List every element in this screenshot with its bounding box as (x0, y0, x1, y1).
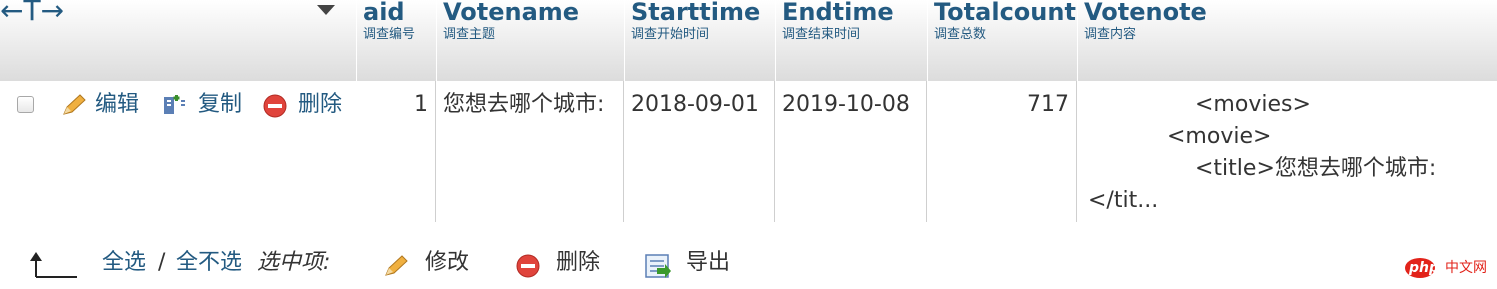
bulk-delete-button[interactable]: 删除 (556, 248, 600, 278)
column-comment: 调查开始时间 (631, 27, 710, 42)
column-name[interactable]: Endtime (782, 0, 921, 26)
table-header: ←T→ aid 调查编号 Votename 调查主题 Starttime 调查开… (0, 0, 1497, 82)
column-votename[interactable]: Votename 调查主题 (436, 0, 624, 81)
column-name[interactable]: aid (363, 0, 430, 26)
column-comment: 调查总数 (934, 27, 987, 42)
watermark: php 中文网 (1405, 258, 1487, 278)
column-aid[interactable]: aid 调查编号 (356, 0, 436, 81)
column-comment: 调查结束时间 (782, 27, 861, 42)
separator: / (158, 250, 166, 275)
arrow-up-left-icon (30, 252, 77, 278)
deselect-all-link[interactable]: 全不选 (176, 248, 242, 278)
bulk-edit-button[interactable]: 修改 (425, 248, 469, 278)
with-selected-label: 选中项: (257, 250, 331, 275)
column-comment: 调查主题 (443, 27, 496, 42)
cell-votenote[interactable]: <movies> <movie> <title>您想去哪个城市: </tit..… (1077, 81, 1497, 222)
row-checkbox[interactable] (17, 96, 34, 113)
cell-starttime[interactable]: 2018-09-01 (624, 81, 775, 222)
column-name[interactable]: Votenote (1084, 0, 1491, 26)
cell-endtime[interactable]: 2019-10-08 (775, 81, 927, 222)
watermark-text: php 中文网 (1409, 260, 1488, 276)
column-votenote[interactable]: Votenote 调查内容 (1077, 0, 1497, 81)
export-icon[interactable] (643, 252, 673, 280)
votenote-line: <title>您想去哪个城市: (1195, 156, 1437, 181)
export-button[interactable]: 导出 (686, 248, 730, 278)
column-comment: 调查内容 (1084, 27, 1137, 42)
column-name[interactable]: Votename (443, 0, 618, 26)
cell-aid[interactable]: 1 (356, 81, 436, 222)
delete-link[interactable]: 删除 (298, 90, 342, 120)
copy-link[interactable]: 复制 (198, 90, 242, 120)
column-totalcount[interactable]: Totalcount 调查总数 (927, 0, 1077, 81)
delete-icon[interactable] (515, 253, 541, 279)
sort-dropdown-icon[interactable] (316, 4, 336, 16)
column-nav-arrows[interactable]: ←T→ (0, 0, 64, 27)
column-endtime[interactable]: Endtime 调查结束时间 (775, 0, 927, 81)
column-comment: 调查编号 (363, 27, 416, 42)
column-starttime[interactable]: Starttime 调查开始时间 (624, 0, 775, 81)
select-all-link[interactable]: 全选 (102, 248, 146, 278)
pencil-icon (63, 94, 86, 115)
copy-icon (164, 95, 185, 114)
cell-votename[interactable]: 您想去哪个城市: (436, 81, 624, 222)
cell-totalcount[interactable]: 717 (927, 81, 1077, 222)
column-name[interactable]: Totalcount (934, 0, 1076, 26)
votenote-line: <movie> (1167, 124, 1272, 149)
delete-icon (263, 94, 287, 118)
votenote-line: <movies> (1195, 92, 1311, 117)
column-name[interactable]: Starttime (631, 0, 769, 26)
edit-link[interactable]: 编辑 (95, 90, 139, 120)
pencil-icon[interactable] (382, 254, 410, 278)
votenote-line: </tit... (1088, 188, 1159, 213)
